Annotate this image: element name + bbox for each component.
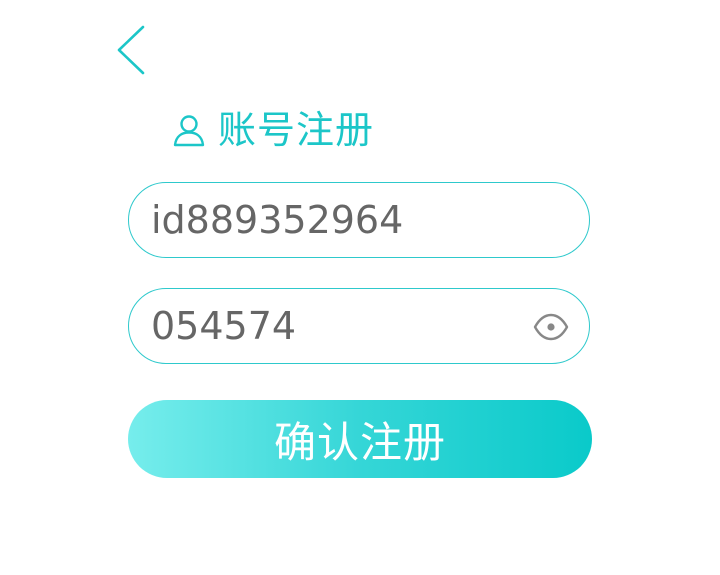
register-page: 账号注册 确认注册 (0, 0, 720, 575)
password-visibility-toggle[interactable] (533, 309, 569, 345)
title-row: 账号注册 (172, 104, 374, 156)
page-title: 账号注册 (218, 108, 375, 152)
eye-icon (533, 313, 569, 341)
chevron-left-icon (117, 25, 145, 75)
password-input[interactable] (151, 289, 521, 362)
account-input[interactable] (151, 183, 521, 256)
back-button[interactable] (110, 22, 154, 78)
user-icon (173, 115, 205, 147)
password-field[interactable] (128, 288, 590, 364)
account-field[interactable] (128, 182, 590, 258)
confirm-register-button[interactable]: 确认注册 (128, 400, 592, 478)
